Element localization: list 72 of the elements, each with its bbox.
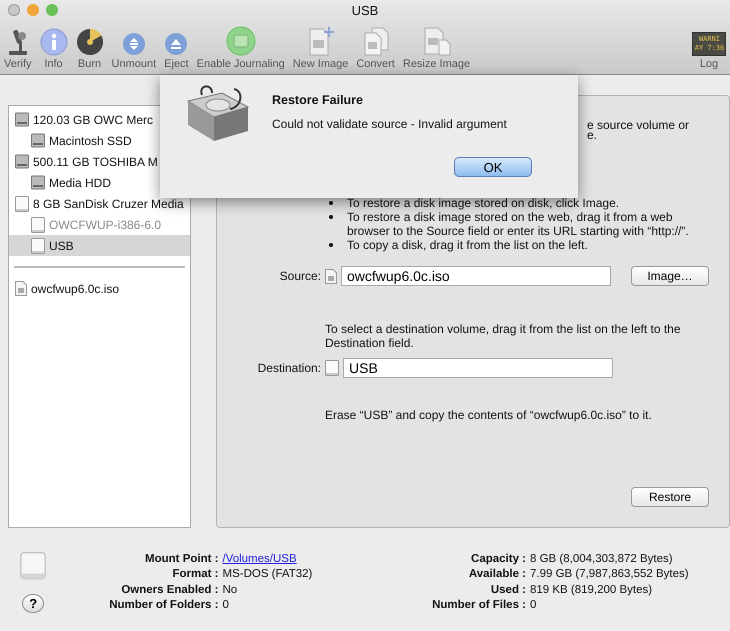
drive-icon — [18, 552, 48, 580]
hard-drive-icon — [15, 112, 29, 127]
document-icon — [15, 281, 27, 296]
info-value: 0 — [222, 598, 230, 613]
info-value: MS-DOS (FAT32) — [222, 567, 314, 582]
sidebar-item[interactable]: Media HDD — [9, 172, 190, 193]
zoom-button[interactable] — [46, 4, 58, 16]
toolbar-button[interactable]: Info — [40, 24, 68, 74]
eject-icon — [164, 32, 188, 56]
toolbar-button[interactable]: Resize Image — [402, 24, 470, 74]
drive-icon — [31, 238, 45, 254]
toolbar-button[interactable]: Verify — [4, 24, 32, 74]
info-icon — [40, 28, 68, 56]
sidebar-item[interactable]: owcfwup6.0c.iso — [9, 278, 190, 299]
info-label: Number of Folders : — [108, 598, 218, 613]
drive-icon — [31, 216, 45, 232]
ok-button[interactable]: OK — [454, 157, 532, 177]
info-value: 819 KB (819,200 Bytes) — [530, 582, 654, 598]
info-label: Number of Files : — [431, 598, 526, 613]
hard-drive-icon — [15, 154, 29, 169]
mount-point-link[interactable]: /Volumes/USB — [222, 553, 297, 565]
info-value: 7.99 GB (7,987,863,552 Bytes) — [530, 567, 690, 582]
info-label: Used : — [490, 582, 526, 598]
sidebar-item[interactable]: 8 GB SanDisk Cruzer Media — [9, 193, 190, 214]
sidebar-item[interactable]: 500.11 GB TOSHIBA M — [9, 151, 190, 172]
summary-text: Erase “USB” and copy the contents of “owcfwup6.0c.iso” to it. — [324, 408, 653, 422]
info-value: 8 GB (8,004,303,872 Bytes) — [530, 552, 674, 567]
bullet-icon — [329, 201, 333, 205]
journal-icon — [224, 26, 258, 56]
instructions-text: To select a destination volume, drag it from the list on the left to the Destination field. — [324, 322, 682, 350]
bullet-text: To restore a disk image stored on the web, drag it from a web browser to the Source field or enter its URL starting with “http://”. — [347, 210, 690, 238]
dialog-message: Could not validate source - Invalid argument — [272, 117, 508, 131]
destination-field[interactable]: USB — [343, 358, 613, 378]
help-button[interactable]: ? — [22, 594, 44, 613]
close-button[interactable] — [8, 4, 20, 16]
bullet-text: To copy a disk, drag it from the list on the left. — [347, 238, 588, 252]
bullet-icon — [329, 243, 333, 247]
minimize-button[interactable] — [27, 4, 39, 16]
hard-drive-icon — [31, 175, 45, 190]
drive-icon — [15, 196, 29, 212]
hard-drive-icon — [31, 133, 45, 148]
source-label: Source: — [278, 269, 321, 283]
unmount-icon — [122, 32, 146, 56]
toolbar-button[interactable]: Unmount — [112, 24, 156, 74]
sidebar-item[interactable]: 120.03 GB OWC Merc — [9, 109, 190, 130]
toolbar-button[interactable]: Enable Journaling — [196, 24, 285, 74]
info-value: 0 — [530, 598, 538, 613]
toolbar-button[interactable]: New Image — [292, 24, 348, 74]
resize-image-icon — [422, 26, 452, 56]
info-value: No — [222, 582, 238, 598]
toolbar-button[interactable]: Convert — [356, 24, 395, 74]
restore-button[interactable]: Restore — [631, 487, 709, 507]
info-label: Mount Point : — [144, 552, 218, 567]
sidebar-item[interactable]: Macintosh SSD — [9, 130, 190, 151]
info-label: Available : — [468, 567, 526, 582]
destination-label: Destination: — [256, 361, 321, 375]
toolbar-button[interactable]: Eject — [164, 24, 189, 74]
document-icon — [325, 268, 337, 284]
info-label: Owners Enabled : — [120, 582, 218, 598]
source-field[interactable]: owcfwup6.0c.iso — [341, 266, 611, 286]
sidebar-item[interactable]: USB — [9, 235, 190, 256]
info-label: Capacity : — [470, 552, 526, 567]
info-label: Format : — [171, 567, 218, 582]
toolbar-button[interactable]: Burn — [76, 24, 104, 74]
window-title: USB — [352, 2, 378, 18]
image-button[interactable]: Image… — [631, 266, 709, 286]
dialog-title: Restore Failure — [272, 93, 364, 107]
documents-icon — [362, 26, 390, 56]
bullet-text: To restore a disk image stored on disk, click Image. — [347, 196, 620, 210]
bullet-icon — [329, 215, 333, 219]
new-image-icon — [306, 26, 335, 56]
drive-icon — [325, 360, 339, 376]
